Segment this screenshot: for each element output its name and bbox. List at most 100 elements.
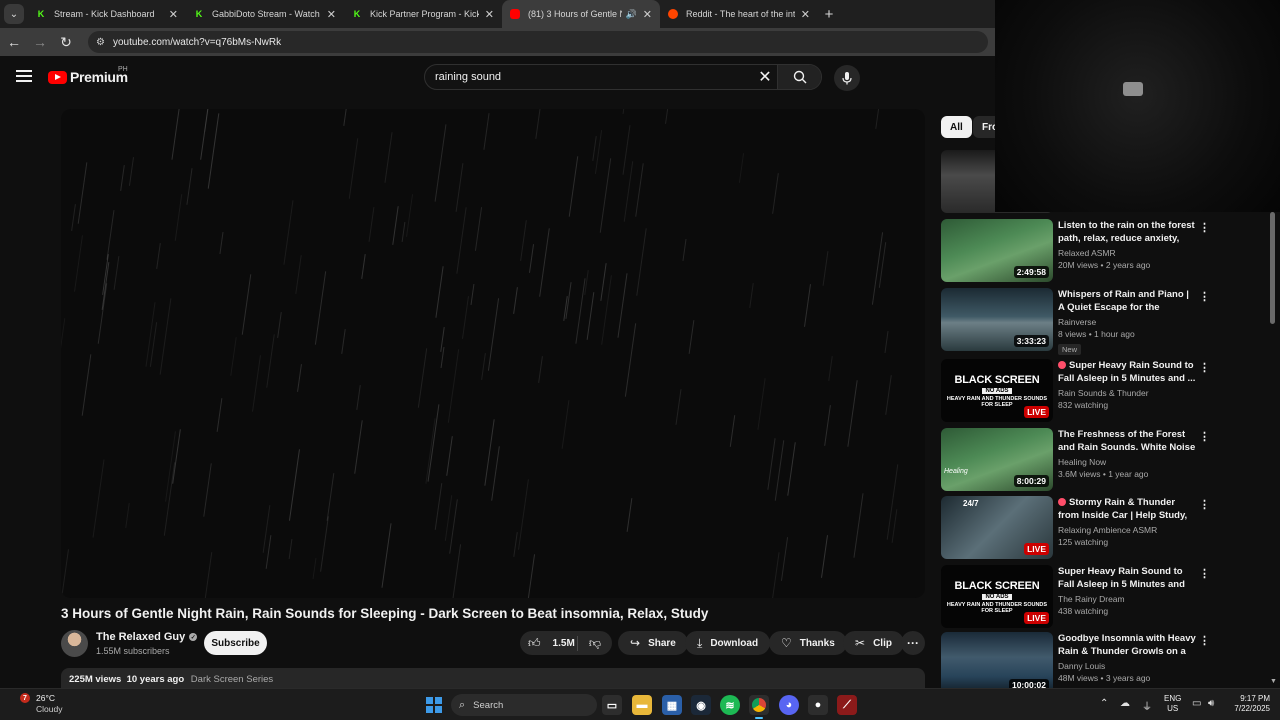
page-scrollbar-thumb[interactable] [1270, 212, 1275, 324]
volume-icon[interactable]: 🔊︎ [1208, 698, 1214, 709]
subscribe-button[interactable]: Subscribe [204, 631, 267, 655]
clear-search-icon[interactable]: ✕ [753, 67, 777, 87]
more-vertical-icon[interactable]: ⋮ [1199, 290, 1210, 303]
recommendation-item[interactable]: 10:00:02 Goodbye Insomnia with Heavy Rai… [941, 632, 1211, 696]
like-button[interactable]: 👍︎ 1.5M [520, 635, 578, 651]
new-tab-button[interactable]: + [818, 6, 840, 23]
steam-icon[interactable]: ◉ [691, 695, 711, 715]
close-icon[interactable]: ✕ [801, 8, 810, 21]
video-thumbnail[interactable]: 2:49:58 [941, 219, 1053, 282]
language-indicator[interactable]: ENG US [1164, 694, 1181, 714]
recommendation-channel[interactable]: Relaxed ASMR [1058, 248, 1196, 258]
video-thumbnail[interactable]: 10:00:02 [941, 632, 1053, 695]
clip-button[interactable]: ✂ Clip [843, 631, 904, 655]
browser-tab-1[interactable]: K Stream - Kick Dashboard ✕ [28, 0, 186, 28]
close-icon[interactable]: ✕ [643, 8, 652, 21]
reload-icon[interactable]: ↻ [54, 34, 78, 51]
more-vertical-icon[interactable]: ⋮ [1199, 634, 1210, 647]
video-thumbnail[interactable]: BLACK SCREEN NO ADS HEAVY RAIN AND THUND… [941, 359, 1053, 422]
youtube-premium-logo[interactable]: Premium PH [48, 66, 128, 85]
hamburger-menu-icon[interactable] [16, 70, 32, 82]
voice-search-button[interactable] [834, 65, 860, 91]
recommendation-item[interactable]: 24/7 LIVE Stormy Rain & Thunder from Ins… [941, 496, 1211, 560]
weather-widget[interactable]: 7 26°C Cloudy [16, 693, 62, 715]
tab-search-button[interactable]: ⌄ [4, 4, 24, 24]
more-vertical-icon[interactable]: ⋮ [1199, 430, 1210, 443]
close-icon[interactable]: ✕ [485, 8, 494, 21]
task-view-icon[interactable]: ▭ [602, 695, 622, 715]
recommendation-channel[interactable]: Rain Sounds & Thunder [1058, 388, 1196, 398]
recommendation-channel[interactable]: Rainverse [1058, 317, 1196, 327]
recommendation-channel[interactable]: The Rainy Dream [1058, 594, 1196, 604]
search-button[interactable] [777, 65, 821, 89]
more-vertical-icon[interactable]: ⋮ [1199, 361, 1210, 374]
recommendation-title[interactable]: Listen to the rain on the forest path, r… [1058, 219, 1196, 245]
dislike-button[interactable]: 👎︎ [578, 636, 612, 651]
recommendation-channel[interactable]: Healing Now [1058, 457, 1196, 467]
video-thumbnail[interactable]: BLACK SCREEN NO ADS HEAVY RAIN AND THUND… [941, 565, 1053, 628]
chip-all[interactable]: All [941, 116, 972, 138]
search-icon [793, 70, 806, 84]
recommendation-item[interactable]: BLACK SCREEN NO ADS HEAVY RAIN AND THUND… [941, 565, 1211, 629]
display-icon[interactable]: ▭ [1192, 698, 1201, 709]
recommendation-title[interactable]: Goodbye Insomnia with Heavy Rain & Thund… [1058, 632, 1196, 658]
thanks-button[interactable]: ♡ Thanks [769, 631, 847, 655]
series-link[interactable]: Dark Screen Series [191, 674, 273, 685]
video-thumbnail[interactable]: Healing 8:00:29 [941, 428, 1053, 491]
recommendation-item[interactable]: Healing 8:00:29 The Freshness of the For… [941, 428, 1211, 492]
scroll-down-arrow-icon[interactable]: ▼ [1270, 678, 1277, 685]
recommendation-title[interactable]: The Freshness of the Forest and Rain Sou… [1058, 428, 1196, 454]
recommendation-channel[interactable]: Danny Louis [1058, 661, 1196, 671]
webcam-overlay [995, 0, 1280, 212]
recommendation-item[interactable]: BLACK SCREEN NO ADS HEAVY RAIN AND THUND… [941, 359, 1211, 423]
video-thumbnail[interactable]: 24/7 LIVE [941, 496, 1053, 559]
windows-start-icon[interactable] [426, 697, 442, 713]
rain-streak [600, 263, 607, 301]
address-bar[interactable]: ⚙ youtube.com/watch?v=q76bMs-NwRk [88, 31, 988, 53]
more-vertical-icon[interactable]: ⋮ [1199, 498, 1210, 511]
mic-tray-icon[interactable]: ⏚ [1142, 698, 1152, 713]
rain-streak [622, 109, 627, 114]
browser-tab-2[interactable]: K GabbiDoto Stream - Watch Live ✕ [186, 0, 344, 28]
speaker-icon[interactable]: 🔊 [626, 9, 637, 20]
chrome-icon[interactable] [749, 695, 769, 719]
forward-arrow-icon[interactable]: → [28, 34, 52, 50]
recommendation-title[interactable]: Super Heavy Rain Sound to Fall Asleep in… [1058, 359, 1196, 385]
recommendation-item[interactable]: 2:49:58 Listen to the rain on the forest… [941, 219, 1211, 283]
store-icon[interactable]: ▦ [662, 695, 682, 715]
recommendation-title[interactable]: Super Heavy Rain Sound to Fall Asleep in… [1058, 565, 1196, 591]
channel-name[interactable]: The Relaxed Guy [96, 631, 185, 643]
close-icon[interactable]: ✕ [327, 8, 336, 21]
tray-chevron-icon[interactable]: ⌃ [1100, 698, 1108, 709]
taskbar-search[interactable]: ⌕ Search [451, 694, 597, 716]
app-icon[interactable]: ⟋ [837, 695, 857, 715]
share-button[interactable]: ↪ Share [618, 631, 688, 655]
recommendation-item[interactable]: 3:33:23 Whispers of Rain and Piano | A Q… [941, 288, 1211, 355]
recommendation-title[interactable]: Whispers of Rain and Piano | A Quiet Esc… [1058, 288, 1196, 314]
download-button[interactable]: ⤓ Download [685, 631, 771, 655]
recommendation-channel[interactable]: Relaxing Ambience ASMR [1058, 525, 1196, 535]
video-player[interactable] [61, 109, 925, 598]
weather-icon: 7 [16, 693, 34, 711]
browser-tab-4-active[interactable]: (81) 3 Hours of Gentle Nigh 🔊 ✕ [502, 0, 660, 28]
more-vertical-icon[interactable]: ⋮ [1199, 221, 1210, 234]
obs-icon[interactable]: ● [808, 695, 828, 715]
channel-name-row[interactable]: The Relaxed Guy ✓ [96, 631, 198, 643]
site-info-icon[interactable]: ⚙ [96, 37, 105, 48]
recommendation-title[interactable]: Stormy Rain & Thunder from Inside Car | … [1058, 496, 1196, 522]
video-thumbnail[interactable]: 3:33:23 [941, 288, 1053, 351]
rain-streak [470, 283, 475, 305]
network-icon[interactable]: ☁ [1120, 698, 1130, 709]
spotify-icon[interactable]: ≋ [720, 695, 740, 715]
more-actions-button[interactable]: ··· [901, 631, 925, 655]
search-input[interactable]: raining sound [435, 71, 753, 83]
system-clock[interactable]: 9:17 PM 7/22/2025 [1226, 694, 1270, 714]
discord-icon[interactable]: ◕ [779, 695, 799, 715]
back-arrow-icon[interactable]: ← [2, 34, 26, 50]
browser-tab-5[interactable]: Reddit - The heart of the intern ✕ [660, 0, 818, 28]
channel-avatar[interactable] [61, 630, 88, 657]
more-vertical-icon[interactable]: ⋮ [1199, 567, 1210, 580]
browser-tab-3[interactable]: K Kick Partner Program - Kick Da ✕ [344, 0, 502, 28]
close-icon[interactable]: ✕ [169, 8, 178, 21]
file-explorer-icon[interactable]: ▬ [632, 695, 652, 715]
